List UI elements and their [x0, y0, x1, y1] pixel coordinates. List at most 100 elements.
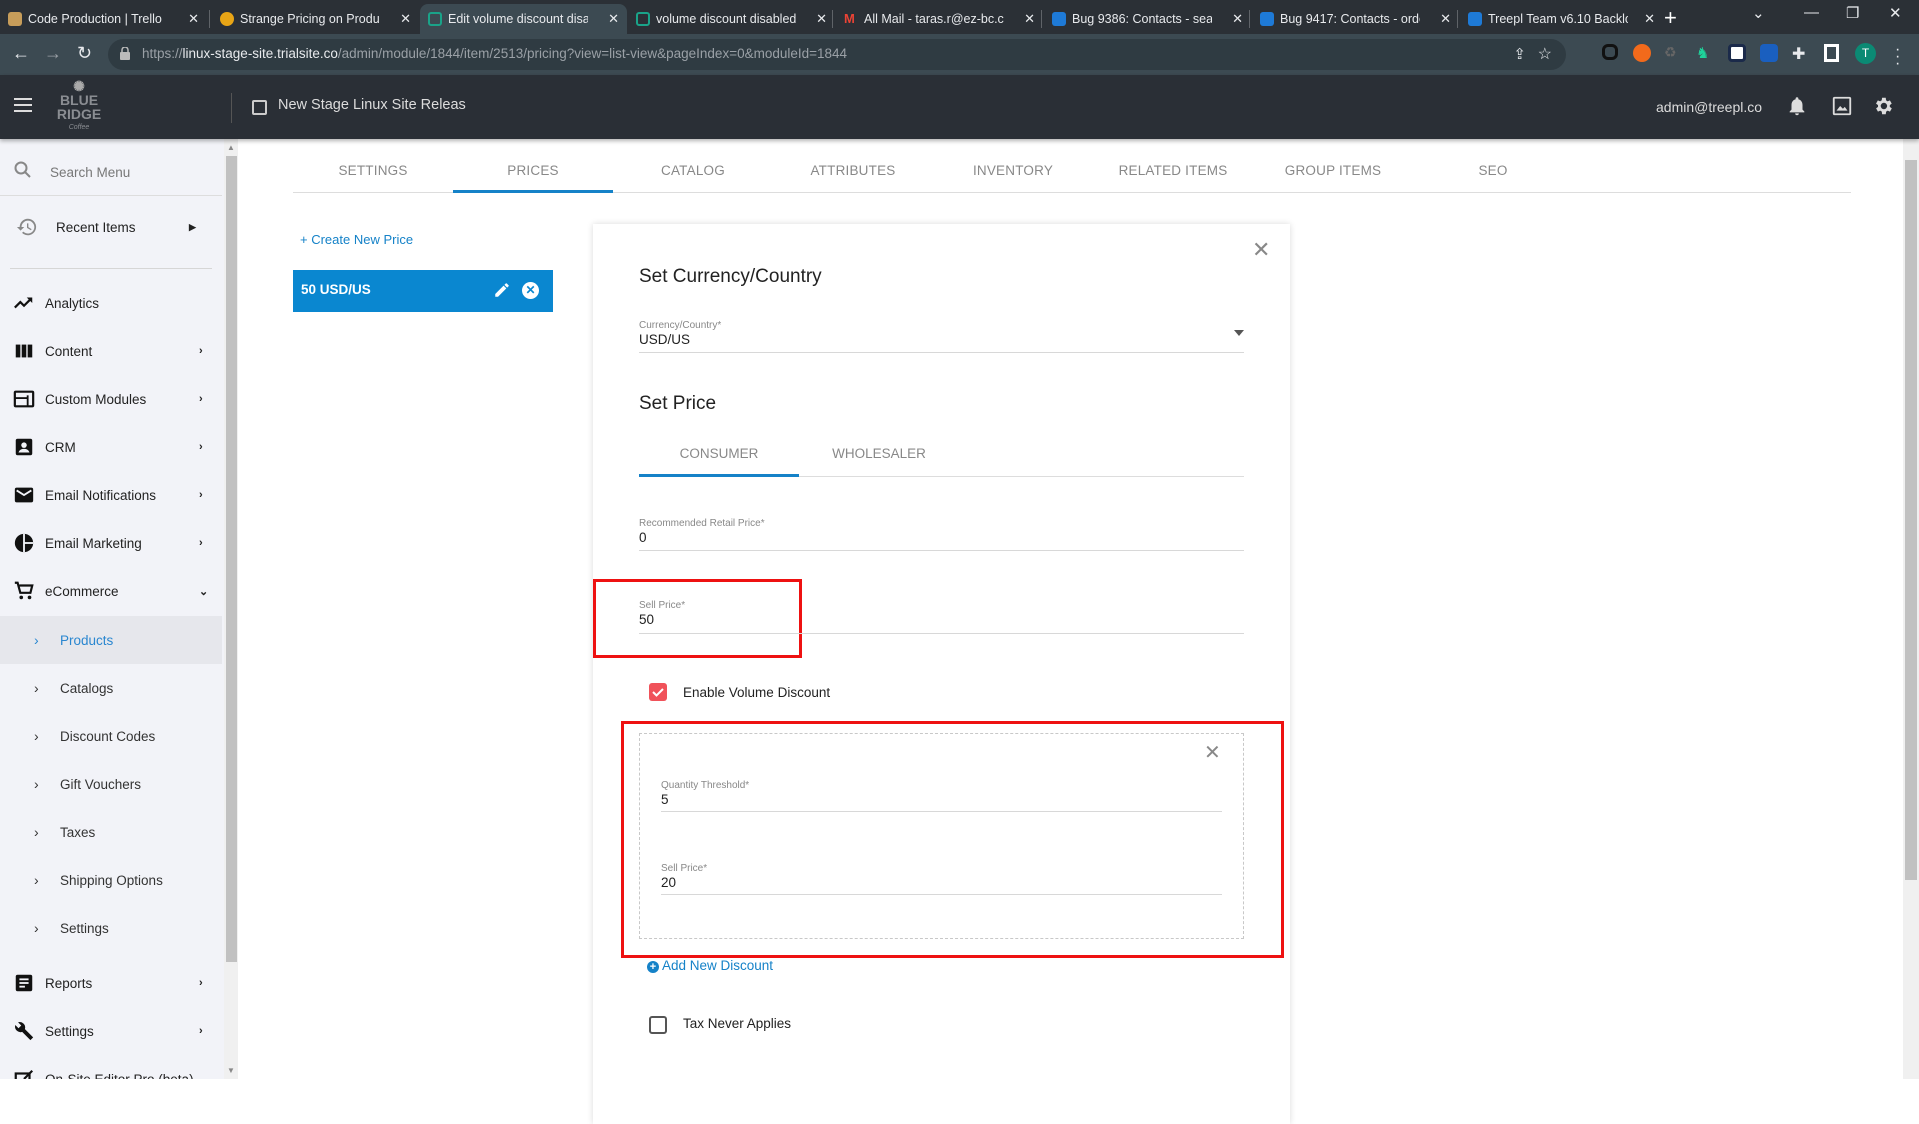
- browser-tab[interactable]: Code Production | Trello ✕: [0, 4, 207, 34]
- hamburger-menu-icon[interactable]: [14, 98, 32, 112]
- extension-icon[interactable]: ♞: [1696, 44, 1714, 62]
- scroll-down-arrow-icon[interactable]: ▼: [227, 1066, 235, 1075]
- tab-prices[interactable]: PRICES: [453, 150, 613, 193]
- tab-search-icon[interactable]: ⌄: [1752, 4, 1765, 22]
- page-scrollbar-thumb[interactable]: [1905, 160, 1917, 880]
- close-tab-icon[interactable]: ✕: [816, 11, 827, 27]
- restore-icon[interactable]: ❐: [1846, 4, 1859, 22]
- sidebar-item-reports[interactable]: Reports ›: [0, 959, 222, 1007]
- browser-tab[interactable]: Bug 9386: Contacts - sear ✕: [1044, 4, 1251, 34]
- sidebar-subitem-taxes[interactable]: › Taxes: [0, 808, 222, 856]
- sidebar-subitem-catalogs[interactable]: › Catalogs: [0, 664, 222, 712]
- currency-select[interactable]: Currency/Country* USD/US: [639, 320, 1244, 353]
- tab-attributes[interactable]: ATTRIBUTES: [773, 150, 933, 193]
- tab-wholesaler[interactable]: WHOLESALER: [799, 432, 959, 477]
- create-new-price-link[interactable]: + Create New Price: [300, 232, 413, 247]
- extension-icon[interactable]: [1728, 44, 1746, 62]
- search-input[interactable]: Search Menu: [50, 165, 130, 180]
- sidebar-subitem-gift-vouchers[interactable]: › Gift Vouchers: [0, 760, 222, 808]
- site-title[interactable]: New Stage Linux Site Releas: [278, 97, 466, 113]
- sidebar-item-ecommerce[interactable]: eCommerce ⌄: [0, 567, 222, 615]
- bell-icon[interactable]: [1786, 95, 1808, 117]
- add-new-discount-link[interactable]: + Add New Discount: [647, 958, 773, 973]
- plus-icon: +: [300, 232, 312, 247]
- discount-sell-price-field[interactable]: Sell Price* 20: [661, 863, 1222, 895]
- forward-icon[interactable]: →: [44, 43, 62, 64]
- gear-icon[interactable]: [1872, 95, 1894, 117]
- chevron-right-icon: ›: [199, 393, 203, 405]
- puzzle-extensions-icon[interactable]: ✚: [1792, 44, 1810, 63]
- recommended-retail-price-field[interactable]: Recommended Retail Price* 0: [639, 518, 1244, 551]
- open-external-icon[interactable]: [252, 100, 267, 115]
- sidebar-scrollbar-thumb[interactable]: [226, 156, 237, 962]
- quantity-threshold-field[interactable]: Quantity Threshold* 5: [661, 780, 1222, 812]
- tab-settings[interactable]: SETTINGS: [293, 150, 453, 193]
- sidebar-item-content[interactable]: Content ›: [0, 327, 222, 375]
- sidebar-subitem-discount-codes[interactable]: › Discount Codes: [0, 712, 222, 760]
- extension-icon[interactable]: [1633, 44, 1651, 62]
- tab-group-items[interactable]: GROUP ITEMS: [1253, 150, 1413, 193]
- enable-volume-discount-checkbox[interactable]: [649, 683, 667, 701]
- browser-tab[interactable]: M All Mail - taras.r@ez-bc.co ✕: [836, 4, 1043, 34]
- sidebar-item-email-notifications[interactable]: Email Notifications ›: [0, 471, 222, 519]
- sidebar-subitem-settings[interactable]: › Settings: [0, 904, 222, 952]
- sidebar-item-analytics[interactable]: Analytics: [0, 279, 222, 327]
- image-gallery-icon[interactable]: [1831, 95, 1853, 117]
- close-tab-icon[interactable]: ✕: [608, 11, 619, 27]
- azure-devops-icon: [1260, 12, 1274, 26]
- sidebar-item-recent-items[interactable]: Recent Items ▶: [0, 203, 222, 251]
- close-tab-icon[interactable]: ✕: [1024, 11, 1035, 27]
- browser-tab[interactable]: Treepl Team v6.10 Backlog ✕: [1460, 4, 1663, 34]
- sidebar-item-crm[interactable]: CRM ›: [0, 423, 222, 471]
- extension-icon[interactable]: [1602, 44, 1618, 60]
- remove-discount-icon[interactable]: ✕: [1204, 740, 1221, 765]
- close-card-icon[interactable]: ✕: [1252, 237, 1270, 263]
- chart-extension-icon[interactable]: [1760, 44, 1778, 62]
- tax-never-applies-label[interactable]: Tax Never Applies: [683, 1016, 791, 1031]
- price-list-item[interactable]: 50 USD/US ✕: [293, 270, 553, 312]
- sidebar-subitem-shipping-options[interactable]: › Shipping Options: [0, 856, 222, 904]
- browser-tab-active[interactable]: Edit volume discount disa ✕: [420, 4, 627, 34]
- tax-never-applies-checkbox[interactable]: [649, 1016, 667, 1034]
- profile-avatar[interactable]: T: [1855, 43, 1876, 64]
- columns-icon: [15, 344, 33, 358]
- browser-tab[interactable]: Strange Pricing on Produc ✕: [212, 4, 419, 34]
- close-tab-icon[interactable]: ✕: [1644, 11, 1655, 27]
- sidebar-subitem-products[interactable]: › Products: [0, 616, 222, 664]
- bookmark-star-icon[interactable]: ☆: [1538, 44, 1552, 64]
- sidebar-item-settings[interactable]: Settings ›: [0, 1007, 222, 1055]
- browser-tab[interactable]: Bug 9417: Contacts - orde ✕: [1252, 4, 1459, 34]
- pencil-edit-icon[interactable]: [493, 281, 511, 299]
- share-icon[interactable]: ⇪: [1513, 45, 1526, 63]
- enable-volume-discount-label[interactable]: Enable Volume Discount: [683, 685, 830, 700]
- user-email[interactable]: admin@treepl.co: [1656, 99, 1762, 115]
- browser-menu-icon[interactable]: · · ·: [1895, 42, 1900, 72]
- tab-inventory[interactable]: INVENTORY: [933, 150, 1093, 193]
- close-tab-icon[interactable]: ✕: [1440, 11, 1451, 27]
- close-tab-icon[interactable]: ✕: [400, 11, 411, 27]
- sidebar-item-email-marketing[interactable]: Email Marketing ›: [0, 519, 222, 567]
- sidebar-search[interactable]: Search Menu: [0, 139, 222, 196]
- reload-icon[interactable]: ↻: [77, 43, 92, 64]
- tab-related-items[interactable]: RELATED ITEMS: [1093, 150, 1253, 193]
- trello-icon: [8, 12, 22, 26]
- address-bar[interactable]: https://linux-stage-site.trialsite.co/ad…: [108, 39, 1566, 70]
- new-tab-button[interactable]: +: [1664, 5, 1677, 31]
- sell-price-field[interactable]: Sell Price* 50: [639, 600, 1244, 634]
- minimize-icon[interactable]: —: [1804, 4, 1819, 21]
- sidebar-item-custom-modules[interactable]: Custom Modules ›: [0, 375, 222, 423]
- close-tab-icon[interactable]: ✕: [188, 11, 199, 27]
- sidebar-item-on-site-editor[interactable]: On-Site Editor Pro (beta): [0, 1055, 222, 1079]
- back-icon[interactable]: ←: [12, 43, 30, 64]
- browser-tab[interactable]: volume discount disabled ✕: [628, 4, 835, 34]
- tab-catalog[interactable]: CATALOG: [613, 150, 773, 193]
- tab-consumer[interactable]: CONSUMER: [639, 432, 799, 477]
- close-window-icon[interactable]: ✕: [1889, 4, 1902, 22]
- sidepanel-icon[interactable]: [1824, 44, 1839, 62]
- delete-circle-icon[interactable]: ✕: [522, 282, 539, 299]
- close-tab-icon[interactable]: ✕: [1232, 11, 1243, 27]
- recycle-extension-icon[interactable]: ♻: [1664, 44, 1682, 62]
- dropdown-caret-icon[interactable]: [1234, 330, 1244, 336]
- scroll-up-arrow-icon[interactable]: ▲: [227, 143, 235, 152]
- tab-seo[interactable]: SEO: [1413, 150, 1573, 193]
